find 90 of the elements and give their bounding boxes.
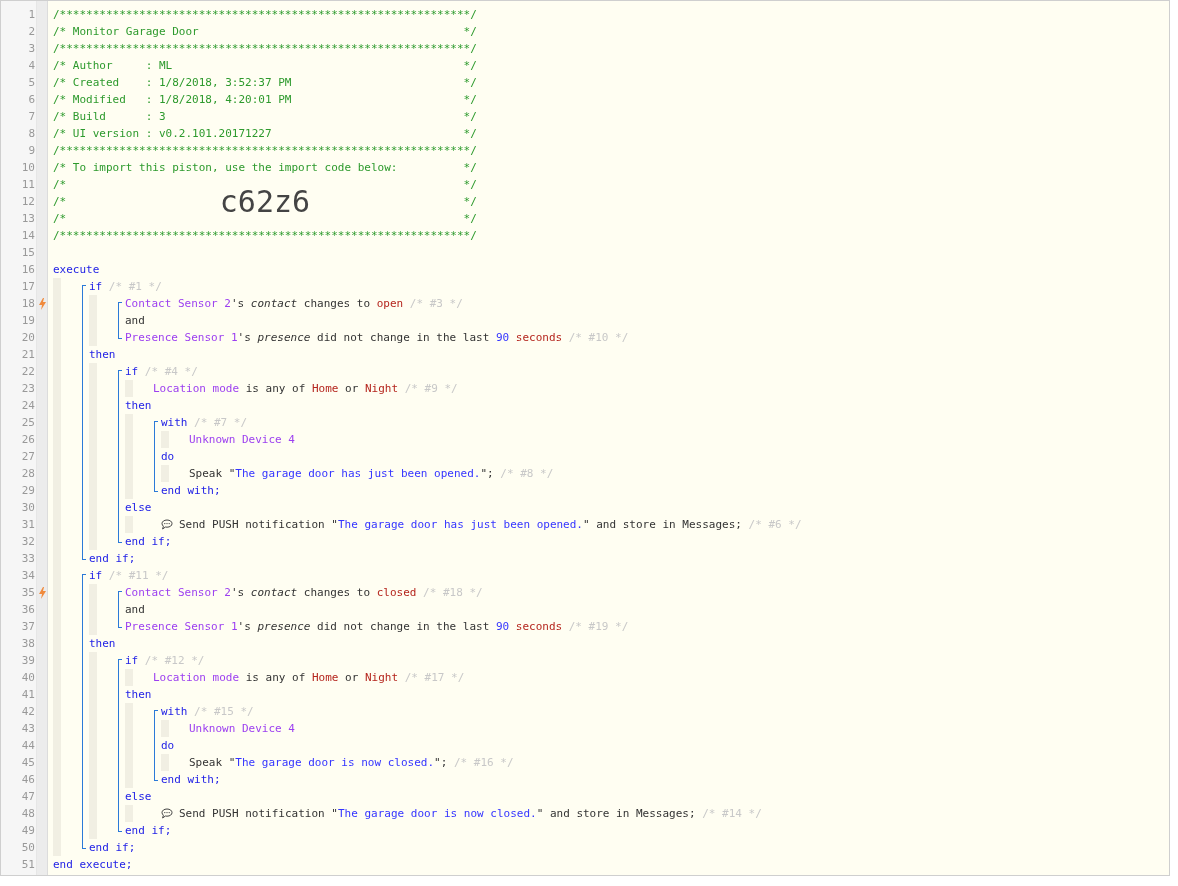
line-number: 11	[20, 177, 36, 193]
code-line: end if;	[125, 534, 172, 550]
line-number: 20	[20, 330, 36, 346]
comment-line: /* Created : 1/8/2018, 3:52:37 PM */	[53, 75, 477, 91]
line-number: 26	[20, 432, 36, 448]
line-number: 40	[20, 670, 36, 686]
line-number: 24	[20, 398, 36, 414]
code-line: end if;	[89, 840, 136, 856]
code-line: execute	[53, 262, 100, 278]
line-number: 14	[20, 228, 36, 244]
block-bracket	[154, 421, 158, 492]
line-number: 7	[27, 109, 36, 125]
line-number: 10	[20, 160, 36, 176]
line-number: 44	[20, 738, 36, 754]
line-number: 5	[27, 75, 36, 91]
line-number: 35	[20, 585, 36, 601]
line-number: 31	[20, 517, 36, 533]
block-bracket	[154, 710, 158, 781]
code-line: else	[125, 789, 152, 805]
line-number: 33	[20, 551, 36, 567]
comment-line: /**************************************************************/	[53, 143, 477, 159]
line-number: 43	[20, 721, 36, 737]
code-line: do	[161, 738, 175, 754]
line-number: 45	[20, 755, 36, 771]
line-number: 34	[20, 568, 36, 584]
line-number: 22	[20, 364, 36, 380]
line-number: 41	[20, 687, 36, 703]
comment-line: /* Author : ML */	[53, 58, 477, 74]
line-number: 27	[20, 449, 36, 465]
code-line: end execute;	[53, 857, 133, 873]
code-line: Unknown Device 4	[189, 432, 295, 448]
code-line: else	[125, 500, 152, 516]
line-number: 21	[20, 347, 36, 363]
line-number: 30	[20, 500, 36, 516]
comment-line: /* */	[53, 177, 477, 191]
line-number: 16	[20, 262, 36, 278]
line-number: 9	[27, 143, 36, 159]
line-number: 50	[20, 840, 36, 856]
line-number: 8	[27, 126, 36, 142]
line-number: 32	[20, 534, 36, 550]
code-line: then	[125, 398, 152, 414]
comment-line: /**************************************************************/	[53, 41, 477, 57]
line-number: 3	[27, 41, 36, 57]
line-number: 38	[20, 636, 36, 652]
line-number: 13	[20, 211, 36, 227]
line-number: 1	[27, 7, 36, 23]
line-number: 15	[20, 245, 36, 261]
line-number: 48	[20, 806, 36, 822]
block-bracket	[118, 591, 122, 628]
line-number: 6	[27, 92, 36, 108]
line-number: 2	[27, 24, 36, 40]
line-number: 49	[20, 823, 36, 839]
line-number: 28	[20, 466, 36, 482]
comment-line: /**************************************************************/	[53, 7, 477, 23]
code-line: end with;	[161, 772, 221, 788]
line-number: 29	[20, 483, 36, 499]
line-number: 36	[20, 602, 36, 618]
line-number: 51	[20, 857, 36, 873]
code-line: then	[89, 347, 116, 363]
line-number: 39	[20, 653, 36, 669]
speech-bubble-icon	[161, 808, 173, 819]
code-line: and	[125, 313, 145, 329]
comment-line: /* To import this piston, use the import code below: */	[53, 160, 477, 176]
code-line: end if;	[125, 823, 172, 839]
comment-line: /* UI version : v0.2.101.20171227 */	[53, 126, 477, 142]
line-number: 25	[20, 415, 36, 431]
code-line: end with;	[161, 483, 221, 499]
speech-bubble-icon	[161, 519, 173, 530]
comment-line: /* Monitor Garage Door */	[53, 24, 477, 40]
code-line: then	[89, 636, 116, 652]
line-number: 4	[27, 58, 36, 74]
comment-line: /**************************************************************/	[53, 228, 477, 244]
code-line: then	[125, 687, 152, 703]
line-number: 12	[20, 194, 36, 210]
line-number: 18	[20, 296, 36, 312]
code-line: end if;	[89, 551, 136, 567]
comment-line: /* Modified : 1/8/2018, 4:20:01 PM */	[53, 92, 477, 108]
block-bracket	[118, 302, 122, 339]
line-number: 47	[20, 789, 36, 805]
comment-line: /* */	[53, 212, 477, 227]
comment-line: /* Build : 3 */	[53, 109, 477, 125]
line-number: 17	[20, 279, 36, 295]
line-number: 37	[20, 619, 36, 635]
code-line: do	[161, 449, 175, 465]
code-line: and	[125, 602, 145, 618]
line-number: 23	[20, 381, 36, 397]
line-number: 42	[20, 704, 36, 720]
line-number: 46	[20, 772, 36, 788]
code-line: Unknown Device 4	[189, 721, 295, 737]
line-number: 19	[20, 313, 36, 329]
